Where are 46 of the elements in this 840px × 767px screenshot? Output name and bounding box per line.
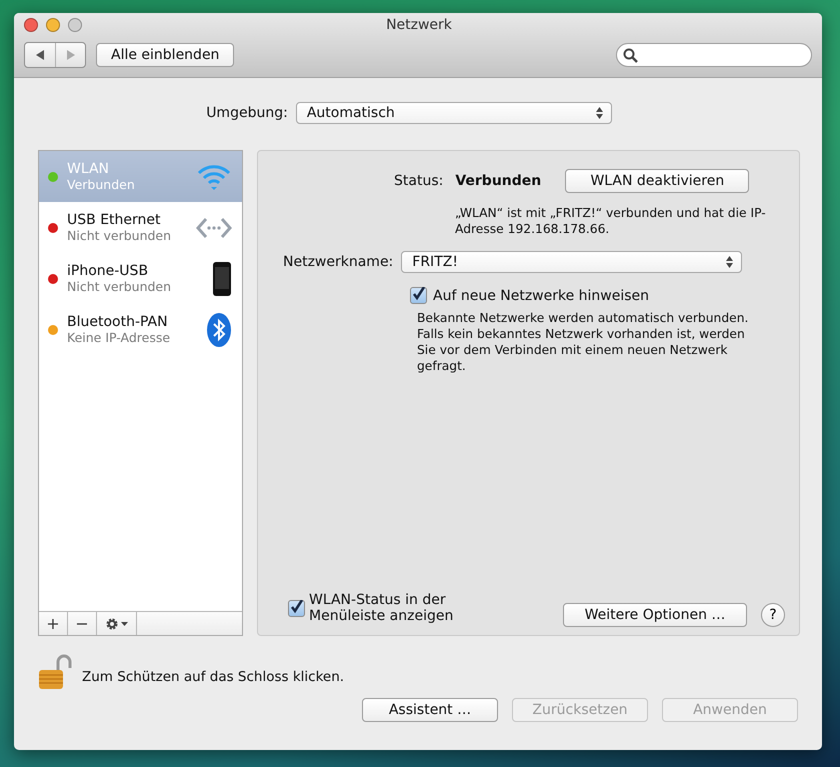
service-item[interactable]: Bluetooth-PAN Keine IP-Adresse [39, 304, 242, 355]
location-popup[interactable]: Automatisch [296, 102, 612, 124]
service-name: WLAN [67, 161, 110, 177]
service-status: Nicht verbunden [67, 279, 172, 294]
service-name: iPhone-USB [67, 263, 150, 279]
search-field[interactable] [616, 43, 812, 67]
lock-hint: Zum Schützen auf das Schloss klicken. [82, 669, 344, 685]
checkbox-label: WLAN-Status in der Menüleiste anzeigen [309, 592, 454, 624]
service-status: Verbunden [67, 177, 136, 192]
disable-wlan-button[interactable]: WLAN deaktivieren [565, 169, 750, 193]
service-item[interactable]: iPhone-USB Nicht verbunden [39, 253, 242, 304]
service-status: Keine IP-Adresse [67, 330, 172, 345]
checkbox[interactable] [410, 287, 427, 304]
network-name-label: Netzwerkname: [283, 254, 394, 270]
service-item[interactable]: USB Ethernet Nicht verbunden [39, 202, 242, 253]
ethernet-arrows-icon [196, 216, 232, 240]
close-button[interactable] [24, 18, 38, 32]
more-options-button[interactable]: Weitere Optionen … [563, 603, 747, 627]
phone-icon [212, 260, 232, 296]
status-value: Verbunden [455, 173, 542, 189]
service-status: Nicht verbunden [67, 228, 172, 243]
wifi-icon [196, 162, 232, 190]
checkbox-label: Auf neue Netzwerke hinweisen [433, 288, 650, 304]
left-triangle-icon [36, 50, 44, 60]
bluetooth-icon [206, 312, 232, 348]
popup-arrows-icon [726, 256, 734, 268]
status-label: Status: [394, 173, 444, 189]
right-triangle-icon [66, 50, 74, 60]
window-title: Netzwerk [385, 17, 453, 33]
network-name-popup[interactable]: FRITZ! [401, 251, 742, 273]
help-button[interactable]: ? [761, 603, 785, 627]
remove-button[interactable]: − [68, 612, 97, 635]
search-icon [623, 48, 638, 62]
add-button[interactable]: + [39, 612, 68, 635]
service-name: USB Ethernet [67, 212, 162, 228]
show-all-button[interactable]: Alle einblenden [96, 43, 234, 67]
dialog-button[interactable]: Assistent … [362, 698, 498, 722]
checkbox[interactable] [288, 600, 305, 616]
status-description: „WLAN“ ist mit „FRITZ!“ verbunden und hat die IP-Adresse 192.168.178.66. [455, 205, 767, 237]
zoom-button[interactable] [68, 18, 82, 32]
gear-icon [104, 616, 128, 630]
location-label: Umgebung: [206, 105, 288, 121]
minimize-button[interactable] [46, 18, 60, 32]
popup-arrows-icon [596, 107, 603, 119]
ask-new-description: Bekannte Netzwerke werden automatisch verbunden. Falls kein bekanntes Netzwerk vorhanden ist, werden Sie vor dem Verbinden mit einem neuen Netzwerk gefragt. [417, 310, 750, 374]
service-name: Bluetooth-PAN [67, 314, 169, 330]
